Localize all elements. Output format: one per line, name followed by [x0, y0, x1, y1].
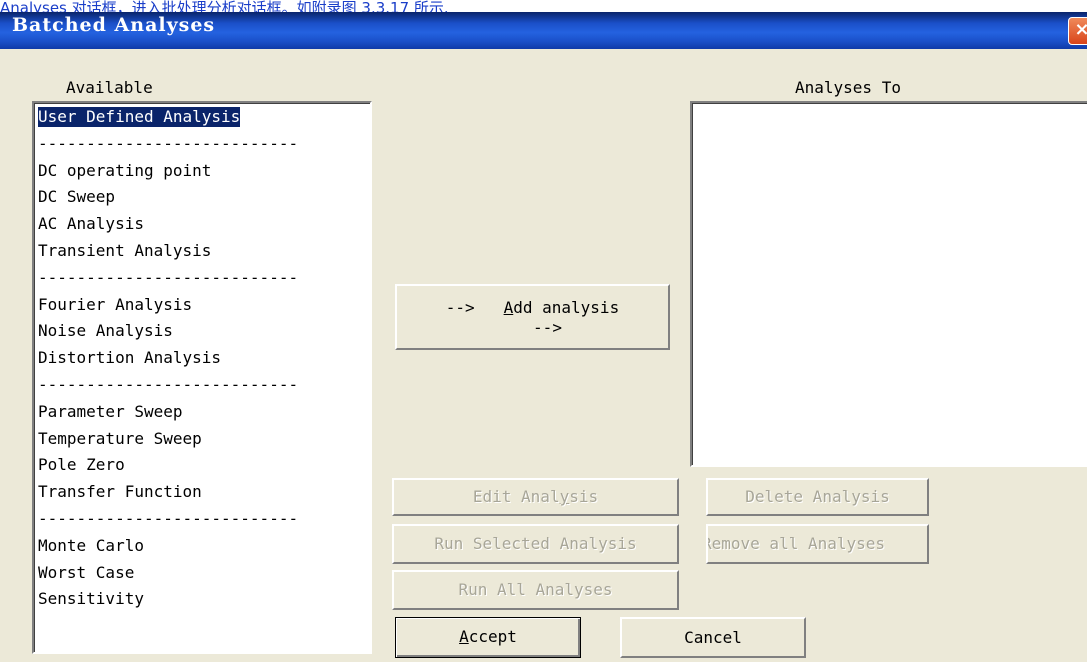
- list-item[interactable]: Worst Case: [38, 563, 134, 583]
- list-separator: ---------------------------: [38, 267, 299, 287]
- list-item[interactable]: Monte Carlo: [38, 536, 144, 556]
- list-item[interactable]: Distortion Analysis: [38, 348, 221, 368]
- run-all-label: Run All Analyses: [458, 580, 613, 599]
- remove-all-label: Remove all Analyses: [706, 534, 886, 553]
- list-item[interactable]: Sensitivity: [38, 589, 144, 609]
- list-item[interactable]: Parameter Sweep: [38, 402, 183, 422]
- cancel-button[interactable]: Cancel: [620, 617, 806, 658]
- list-item[interactable]: Temperature Sweep: [38, 429, 202, 449]
- list-item[interactable]: Fourier Analysis: [38, 295, 192, 315]
- list-item[interactable]: DC operating point: [38, 161, 211, 181]
- add-arrow-below: -->: [533, 318, 562, 337]
- list-separator: ---------------------------: [38, 509, 299, 528]
- cancel-label: Cancel: [684, 628, 742, 647]
- edit-analysis-label: Edit Analysis: [472, 487, 599, 506]
- list-separator: ---------------------------: [38, 133, 299, 153]
- close-icon[interactable]: ×: [1068, 17, 1087, 45]
- run-selected-analysis-button[interactable]: Run Selected Analysis: [392, 524, 679, 564]
- delete-analysis-label: Delete Analysis: [745, 487, 890, 506]
- list-item[interactable]: User Defined Analysis: [36, 106, 242, 128]
- available-label: Available: [66, 78, 153, 97]
- remove-all-analyses-button[interactable]: Remove all Analyses: [706, 524, 929, 564]
- accept-button[interactable]: Accept: [395, 617, 581, 658]
- analyses-to-listbox[interactable]: [690, 101, 1087, 467]
- add-analysis-label: Add analysis: [503, 298, 620, 317]
- run-all-analyses-button[interactable]: Run All Analyses: [392, 570, 679, 610]
- list-item[interactable]: DC Sweep: [38, 187, 115, 207]
- accept-label: Accept: [459, 627, 517, 646]
- add-arrow-left: -->: [445, 298, 475, 317]
- edit-analysis-button[interactable]: Edit Analysis: [392, 478, 679, 516]
- run-selected-label: Run Selected Analysis: [434, 534, 637, 553]
- delete-analysis-button[interactable]: Delete Analysis: [706, 478, 929, 516]
- list-item[interactable]: Transient Analysis: [38, 241, 211, 261]
- list-separator: ---------------------------: [38, 375, 299, 394]
- list-item[interactable]: Pole Zero: [38, 455, 125, 475]
- window-title: Batched Analyses: [12, 14, 216, 36]
- analyses-to-label: Analyses To: [795, 78, 901, 97]
- list-item[interactable]: Noise Analysis: [38, 321, 173, 341]
- list-item[interactable]: Transfer Function: [38, 482, 202, 502]
- available-listbox[interactable]: User Defined Analysis -------------------…: [32, 101, 372, 654]
- list-item[interactable]: AC Analysis: [38, 214, 144, 234]
- add-analysis-button[interactable]: --> Add analysis -->: [395, 284, 670, 350]
